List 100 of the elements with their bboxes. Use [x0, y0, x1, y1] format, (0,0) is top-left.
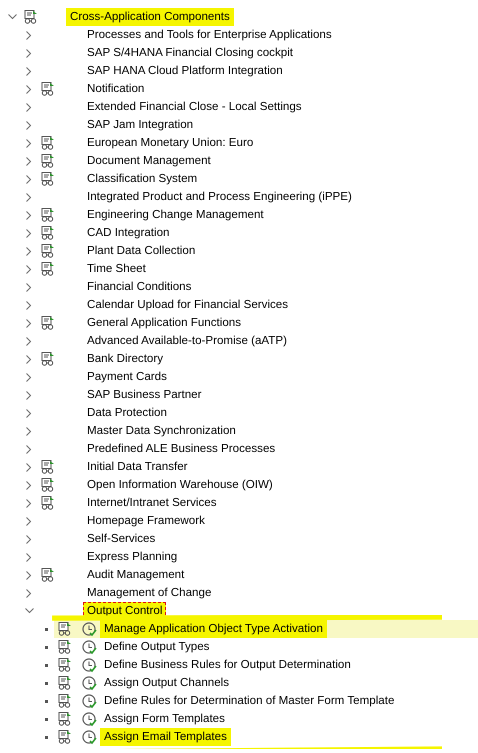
tree-node-label[interactable]: Self-Services [85, 531, 158, 547]
row-band[interactable]: Bank Directory [37, 350, 478, 368]
tree-node-label[interactable]: Bank Directory [85, 351, 166, 367]
documentation-icon[interactable] [58, 640, 72, 654]
row-band[interactable]: Cross-Application Components [20, 8, 478, 26]
documentation-icon[interactable] [58, 676, 72, 690]
row-band[interactable]: Integrated Product and Process Engineering (iPPE) [37, 188, 478, 206]
documentation-icon[interactable] [58, 622, 72, 636]
row-band[interactable]: Engineering Change Management [37, 206, 478, 224]
expand-icon[interactable] [26, 282, 32, 292]
clock-check-icon[interactable] [82, 658, 97, 672]
row-band[interactable]: Assign Email Templates [54, 728, 478, 746]
row-band[interactable]: General Application Functions [37, 314, 478, 332]
expand-icon[interactable] [26, 228, 32, 238]
expand-icon[interactable] [26, 336, 32, 346]
tree-node-label[interactable]: Processes and Tools for Enterprise Applications [85, 27, 334, 43]
row-band[interactable]: Define Rules for Determination of Master Form Template [54, 692, 478, 710]
row-band[interactable]: Assign Output Channels [54, 674, 478, 692]
expand-icon[interactable] [26, 480, 32, 490]
documentation-icon[interactable] [41, 496, 55, 510]
documentation-icon[interactable] [24, 10, 38, 24]
row-band[interactable]: Initial Data Transfer [37, 458, 478, 476]
row-band[interactable]: Predefined ALE Business Processes [37, 440, 478, 458]
row-band[interactable]: Self-Services [37, 530, 478, 548]
row-band[interactable]: Homepage Framework [37, 512, 478, 530]
tree-node-label[interactable]: SAP S/4HANA Financial Closing cockpit [85, 45, 295, 61]
expand-icon[interactable] [26, 102, 32, 112]
expand-icon[interactable] [26, 408, 32, 418]
documentation-icon[interactable] [41, 226, 55, 240]
row-band[interactable]: Notification [37, 80, 478, 98]
row-band[interactable]: Open Information Warehouse (OIW) [37, 476, 478, 494]
documentation-icon[interactable] [41, 262, 55, 276]
documentation-icon[interactable] [41, 316, 55, 330]
expand-icon[interactable] [26, 570, 32, 580]
tree-node-label[interactable]: Internet/Intranet Services [85, 495, 219, 511]
clock-check-icon[interactable] [82, 622, 97, 636]
expand-icon[interactable] [26, 246, 32, 256]
tree-node-label[interactable]: SAP Jam Integration [85, 117, 196, 133]
expand-icon[interactable] [26, 516, 32, 526]
expand-icon[interactable] [26, 300, 32, 310]
expand-icon[interactable] [26, 264, 32, 274]
row-band[interactable]: CAD Integration [37, 224, 478, 242]
collapse-icon[interactable] [8, 14, 16, 20]
tree-node-label[interactable]: Notification [85, 81, 146, 97]
tree-node-label[interactable]: Plant Data Collection [85, 243, 198, 259]
row-band[interactable]: Management of Change [37, 584, 478, 602]
expand-icon[interactable] [26, 48, 32, 58]
tree-node-label[interactable]: SAP Business Partner [85, 387, 204, 403]
expand-icon[interactable] [26, 498, 32, 508]
tree-node-label[interactable]: Open Information Warehouse (OIW) [85, 477, 275, 493]
documentation-icon[interactable] [41, 172, 55, 186]
row-band[interactable]: Define Output Types [54, 638, 478, 656]
row-band[interactable]: Internet/Intranet Services [37, 494, 478, 512]
tree-node-label[interactable]: Cross-Application Components [66, 8, 234, 26]
row-band[interactable]: SAP Business Partner [37, 386, 478, 404]
tree-node-label[interactable]: Integrated Product and Process Engineering (iPPE) [85, 189, 354, 205]
clock-check-icon[interactable] [82, 730, 97, 744]
expand-icon[interactable] [26, 30, 32, 40]
documentation-icon[interactable] [41, 244, 55, 258]
documentation-icon[interactable] [41, 82, 55, 96]
documentation-icon[interactable] [58, 694, 72, 708]
tree-node-label[interactable]: Define Rules for Determination of Master Form Template [102, 693, 396, 709]
tree-node-label[interactable]: Time Sheet [85, 261, 148, 277]
row-band[interactable]: SAP S/4HANA Financial Closing cockpit [37, 44, 478, 62]
tree-node-label[interactable]: Data Protection [85, 405, 169, 421]
expand-icon[interactable] [26, 426, 32, 436]
row-band[interactable]: Calendar Upload for Financial Services [37, 296, 478, 314]
expand-icon[interactable] [26, 156, 32, 166]
row-band[interactable]: Data Protection [37, 404, 478, 422]
clock-check-icon[interactable] [82, 640, 97, 654]
row-band[interactable]: Classification System [37, 170, 478, 188]
expand-icon[interactable] [26, 84, 32, 94]
documentation-icon[interactable] [58, 712, 72, 726]
row-band[interactable]: Assign Form Templates [54, 710, 478, 728]
clock-check-icon[interactable] [82, 694, 97, 708]
tree-node-label[interactable]: Predefined ALE Business Processes [85, 441, 278, 457]
tree-node-label[interactable]: Calendar Upload for Financial Services [85, 297, 290, 313]
expand-icon[interactable] [26, 534, 32, 544]
expand-icon[interactable] [26, 174, 32, 184]
row-band[interactable]: Plant Data Collection [37, 242, 478, 260]
tree-node-label[interactable]: Homepage Framework [85, 513, 207, 529]
documentation-icon[interactable] [41, 154, 55, 168]
expand-icon[interactable] [26, 318, 32, 328]
clock-check-icon[interactable] [82, 676, 97, 690]
selected-row[interactable]: Manage Application Object Type Activation [54, 620, 478, 638]
documentation-icon[interactable] [58, 658, 72, 672]
tree-node-label[interactable]: Manage Application Object Type Activation [100, 620, 327, 638]
clock-check-icon[interactable] [82, 712, 97, 726]
expand-icon[interactable] [26, 354, 32, 364]
tree-node-label[interactable]: Assign Output Channels [102, 675, 232, 691]
row-band[interactable]: Financial Conditions [37, 278, 478, 296]
row-band[interactable]: Time Sheet [37, 260, 478, 278]
row-band[interactable]: SAP Jam Integration [37, 116, 478, 134]
tree-node-label[interactable]: Define Business Rules for Output Determination [102, 657, 353, 673]
expand-icon[interactable] [26, 192, 32, 202]
expand-icon[interactable] [26, 552, 32, 562]
tree-node-label[interactable]: Master Data Synchronization [85, 423, 238, 439]
documentation-icon[interactable] [41, 352, 55, 366]
tree-node-label[interactable]: Extended Financial Close - Local Settings [85, 99, 304, 115]
row-band[interactable]: Master Data Synchronization [37, 422, 478, 440]
